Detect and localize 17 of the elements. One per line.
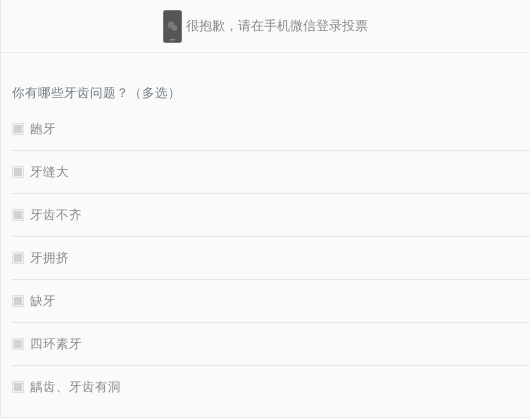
checkbox[interactable] — [12, 252, 24, 264]
checkbox[interactable] — [12, 209, 24, 221]
checkbox[interactable] — [12, 381, 24, 393]
option-label[interactable]: 牙齿不齐 — [30, 206, 82, 224]
option-label[interactable]: 牙缝大 — [30, 164, 69, 180]
login-notice: 很抱歉，请在手机微信登录投票 — [186, 18, 368, 35]
checkbox[interactable] — [12, 338, 24, 350]
question-title: 你有哪些牙齿问题？（多选） — [12, 85, 182, 102]
checkbox[interactable] — [12, 166, 24, 178]
phone-icon — [163, 10, 182, 42]
checkbox[interactable] — [12, 295, 24, 307]
option-label[interactable]: 龋齿、牙齿有洞 — [30, 378, 121, 396]
option-label[interactable]: 四环素牙 — [30, 336, 82, 352]
option-label[interactable]: 缺牙 — [30, 292, 56, 310]
checkbox[interactable] — [12, 123, 24, 135]
option-label[interactable]: 龅牙 — [30, 120, 56, 138]
option-label[interactable]: 牙拥挤 — [30, 250, 69, 266]
